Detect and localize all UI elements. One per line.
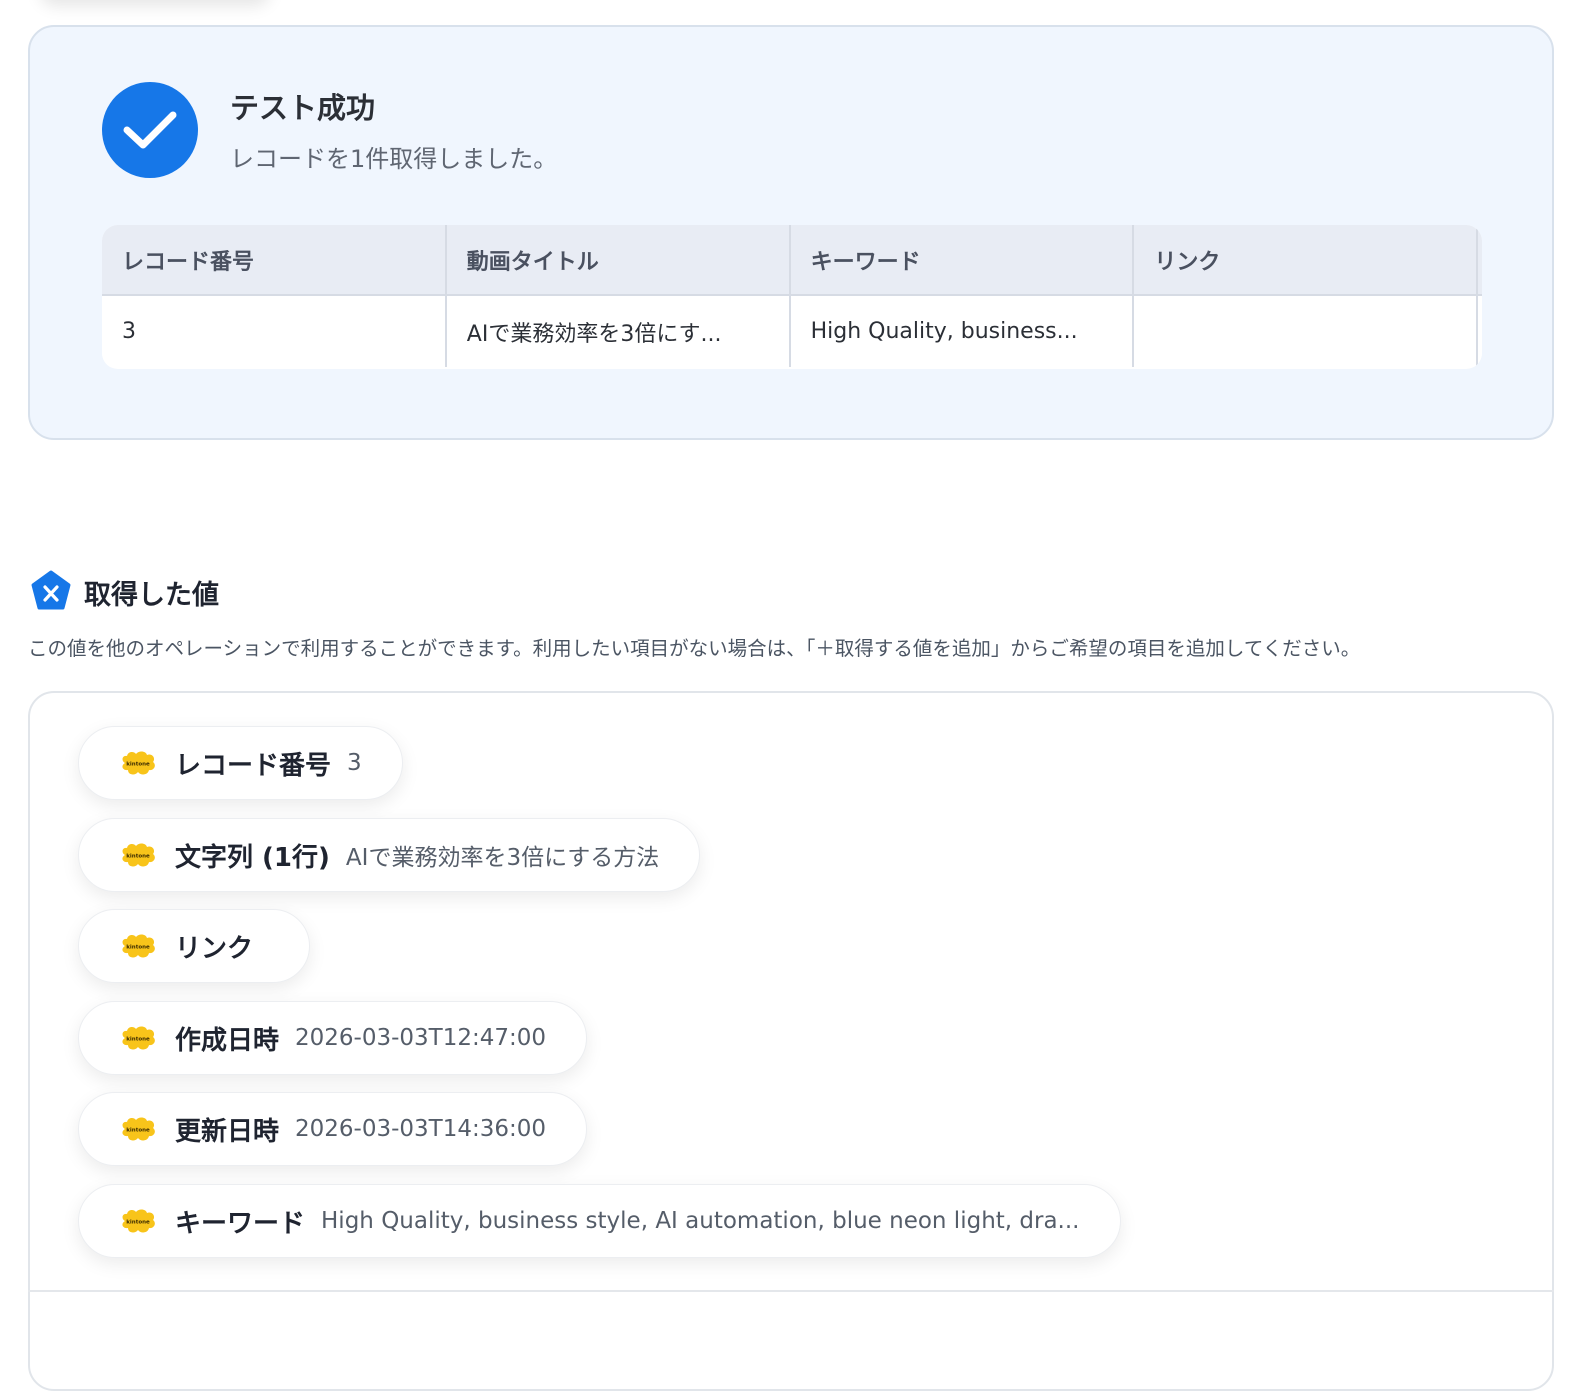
success-title: テスト成功	[230, 91, 376, 125]
test-success-panel: テスト成功 レコードを1件取得しました。 レコード番号 動画タイトル キーワード…	[28, 25, 1554, 440]
value-pill[interactable]: kintone リンク	[78, 909, 311, 983]
kintone-logo-icon: kintone	[119, 750, 157, 776]
svg-text:kintone: kintone	[126, 1037, 150, 1043]
column-header: 動画タイトル	[445, 225, 791, 296]
value-pill-label: 作成日時	[175, 1025, 280, 1056]
svg-text:kintone: kintone	[126, 854, 150, 860]
kintone-logo-icon: kintone	[119, 1025, 157, 1051]
svg-text:kintone: kintone	[126, 1128, 150, 1134]
table-cell: 3	[102, 295, 447, 367]
kintone-logo-icon: kintone	[119, 842, 157, 868]
value-pill-label: 文字列 (1行)	[175, 842, 330, 873]
column-header: キーワード	[789, 225, 1135, 296]
svg-text:kintone: kintone	[126, 1220, 150, 1226]
value-pill-label: リンク	[175, 933, 254, 964]
value-pill-value: 2026-03-03T12:47:00	[295, 1025, 547, 1051]
kintone-logo-icon: kintone	[119, 1208, 157, 1234]
record-table[interactable]: レコード番号 動画タイトル キーワード リンク 作 3 AIで業務効率を3倍にす…	[102, 225, 1482, 369]
value-pill-label: レコード番号	[175, 750, 332, 781]
value-pill[interactable]: kintone キーワード High Quality, business style…	[78, 1184, 1121, 1258]
column-header: レコード番号	[102, 225, 447, 296]
value-pill-label: 更新日時	[175, 1116, 280, 1147]
value-pill-value: 3	[347, 750, 362, 776]
value-pill-label: キーワード	[175, 1208, 306, 1239]
section-description: この値を他のオペレーションで利用することができます。利用したい項目がない場合は、…	[28, 637, 1361, 660]
success-check-icon	[102, 82, 198, 178]
column-header: リンク	[1133, 225, 1479, 296]
value-pill[interactable]: kintone 文字列 (1行) AIで業務効率を3倍にする方法	[78, 818, 701, 892]
svg-text:kintone: kintone	[126, 762, 150, 768]
table-cell: 2	[1477, 295, 1482, 367]
table-cell	[1133, 295, 1479, 367]
value-pill[interactable]: kintone レコード番号 3	[78, 726, 403, 800]
kintone-logo-icon: kintone	[119, 933, 157, 959]
divider	[28, 1290, 1554, 1292]
value-pill[interactable]: kintone 作成日時 2026-03-03T12:47:00	[78, 1001, 588, 1075]
success-subtitle: レコードを1件取得しました。	[230, 145, 558, 173]
svg-text:kintone: kintone	[126, 945, 150, 951]
variable-icon	[30, 570, 72, 612]
table-row: 3 AIで業務効率を3倍にす... High Quality, business…	[102, 295, 1482, 367]
value-pill-value: 2026-03-03T14:36:00	[295, 1116, 547, 1142]
table-cell: High Quality, business...	[789, 295, 1135, 367]
table-cell: AIで業務効率を3倍にす...	[445, 295, 791, 367]
section-title: 取得した値	[84, 580, 219, 611]
value-pill-value: AIで業務効率を3倍にする方法	[345, 845, 660, 871]
kintone-logo-icon: kintone	[119, 1116, 157, 1142]
value-pill[interactable]: kintone 更新日時 2026-03-03T14:36:00	[78, 1092, 588, 1166]
table-header-row: レコード番号 動画タイトル キーワード リンク 作	[102, 225, 1482, 296]
value-pill-value: High Quality, business style, AI automat…	[321, 1208, 1080, 1234]
column-header: 作	[1477, 225, 1482, 296]
